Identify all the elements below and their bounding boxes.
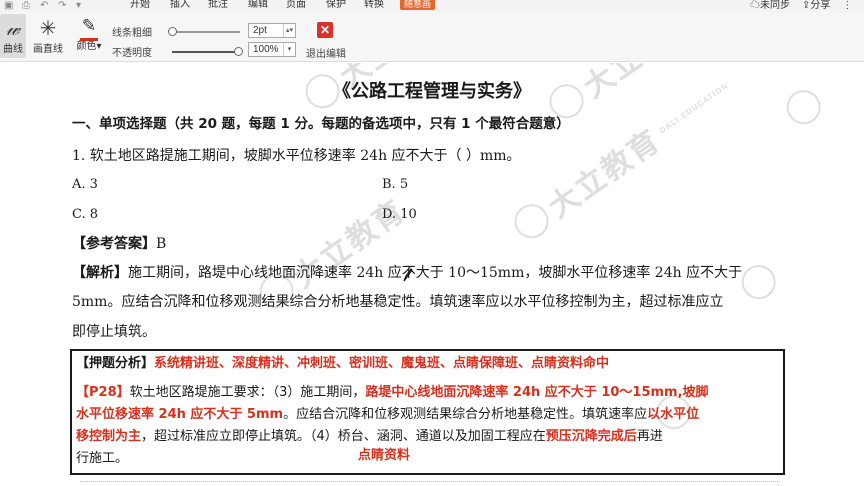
watermark-text: 大立教育 xyxy=(542,124,667,225)
opacity-value: 100% xyxy=(253,44,279,55)
opacity-label: 不透明度 xyxy=(112,48,152,59)
answer-label: 【参考答案】 xyxy=(72,236,156,252)
sync-status[interactable]: ☁未同步 xyxy=(750,0,790,12)
curve-pen-icon: 𝓌 xyxy=(6,18,20,40)
thickness-slider[interactable] xyxy=(172,31,240,33)
pen-cursor-icon xyxy=(403,268,413,282)
watermark-logo-icon xyxy=(507,197,556,245)
box-line-3: 水平位移速率 24h 应不大于 5mm。应结合沉降和位移观测结果综合分析地基稳定… xyxy=(76,406,699,423)
thickness-label: 线条粗细 xyxy=(112,28,152,39)
cloud-icon: ☁ xyxy=(750,0,760,11)
box-line-5: 行施工。 xyxy=(76,450,128,467)
spin-icon[interactable]: ▴▾ xyxy=(283,24,295,37)
more-menu-icon[interactable]: ⋮ xyxy=(842,0,852,12)
thickness-value: 2pt xyxy=(253,25,267,36)
sync-label: 未同步 xyxy=(760,0,790,11)
share-button[interactable]: ⇪分享 xyxy=(802,0,830,12)
more-icon[interactable]: ▾ xyxy=(76,0,81,11)
stamp-text: 点睛资料 xyxy=(358,448,411,463)
page-title: 《公路工程管理与实务》 xyxy=(333,81,531,102)
menu-protect[interactable]: 保护 xyxy=(326,0,346,11)
p28-red-5: 预压沉降完成后 xyxy=(545,429,637,444)
analysis-text-1: 施工期间，路堤中心线地面沉降速率 24h 应不大于 10～15mm，坡脚水平位移… xyxy=(128,265,743,281)
p28-red-4: 移控制为主 xyxy=(76,429,142,444)
p28-text-b: 。应结合沉降和位移观测结果综合分析地基稳定性。填筑速率应 xyxy=(283,407,648,422)
answer-value: B xyxy=(156,236,167,252)
menu-page[interactable]: 页面 xyxy=(286,0,306,11)
line-spark-icon: ✳ xyxy=(39,18,57,40)
opacity-slider-handle[interactable] xyxy=(234,47,243,56)
analysis-line-2: 5mm。应结合沉降和位移观测结果综合分析地基稳定性。填筑速率应以水平位移控制为主… xyxy=(72,294,724,310)
p28-label: 【P28】 xyxy=(76,385,130,400)
dropdown-icon[interactable]: ▾ xyxy=(283,43,295,56)
save-icon[interactable]: ▣ xyxy=(4,0,13,11)
menu-home[interactable]: 开始 xyxy=(130,0,150,11)
next-line-fragment xyxy=(80,481,780,486)
p28-red-2: 水平位移速率 24h 应不大于 5mm xyxy=(76,407,284,422)
p28-text-c: ，超过标准应立即停止填筑。（4）桥台、涵洞、通道以及加固工程应在 xyxy=(141,429,546,444)
print-icon[interactable]: ⎙ xyxy=(22,0,30,11)
opacity-slider[interactable] xyxy=(172,51,240,53)
answer-line: 【参考答案】B xyxy=(72,235,166,253)
p28-red-1: 路堤中心线地面沉降速率 24h 应不大于 10～15mm,坡脚 xyxy=(365,385,709,400)
menu-convert[interactable]: 转换 xyxy=(364,0,384,11)
thickness-slider-handle[interactable] xyxy=(168,27,177,36)
pen-toolbar: 𝓌 曲线 ✳ 画直线 ✎ 颜色▾ 线条粗细 不透明度 2pt ▴▾ 100% ▾… xyxy=(0,12,864,62)
p28-text-a: 软土地区路堤施工要求：（3）施工期间， xyxy=(129,385,366,400)
analysis-line-3: 即停止填筑。 xyxy=(72,324,156,340)
question-text: 1. 软土地区路提施工期间，坡脚水平位移速率 24h 应不大于（ ）mm。 xyxy=(72,148,521,164)
document-page: 大立教育 大立教育 大立教育DALI EDUCATION 大立教育 《公路工程管… xyxy=(0,63,864,486)
menu-freehand[interactable]: 随意画 xyxy=(400,0,436,10)
watermark-logo-icon xyxy=(735,258,783,306)
menu-comment[interactable]: 批注 xyxy=(208,0,228,11)
opacity-select[interactable]: 100% ▾ xyxy=(248,42,296,57)
curve-tool-label: 曲线 xyxy=(3,44,23,55)
line-tool-button[interactable]: ✳ 画直线 xyxy=(32,14,64,56)
box-label: 【押题分析】 xyxy=(76,356,155,371)
curve-tool-button[interactable]: 𝓌 曲线 xyxy=(0,14,26,58)
analysis-label: 【解析】 xyxy=(72,265,128,281)
watermark xyxy=(735,258,783,306)
option-d: D. 10 xyxy=(382,207,417,222)
color-picker-button[interactable]: ✎ 颜色▾ xyxy=(74,14,104,53)
line-tool-label: 画直线 xyxy=(33,44,63,55)
exit-edit-icon[interactable]: ✕ xyxy=(317,22,333,38)
p28-red-3: 以水平位 xyxy=(647,407,700,422)
redo-icon[interactable]: ↷ xyxy=(58,0,66,11)
option-c: C. 8 xyxy=(72,207,99,222)
option-b: B. 5 xyxy=(382,177,409,192)
menu-insert[interactable]: 插入 xyxy=(170,0,190,11)
menu-bar: ▣ ⎙ ↶ ↷ ▾ 开始 插入 批注 编辑 页面 保护 转换 随意画 ☁未同步 … xyxy=(0,0,864,12)
p28-text-e: 行施工。 xyxy=(76,451,129,466)
box-classes: 系统精讲班、深度精讲、冲刺班、密训班、魔鬼班、点睛保障班、点睛资料命中 xyxy=(154,356,610,371)
box-line-4: 移控制为主，超过标准应立即停止填筑。（4）桥台、涵洞、通道以及加固工程应在预压沉… xyxy=(76,428,663,445)
undo-icon[interactable]: ↶ xyxy=(40,0,48,11)
forecast-analysis-box: 【押题分析】系统精讲班、深度精讲、冲刺班、密训班、魔鬼班、点睛保障班、点睛资料命… xyxy=(70,349,785,475)
menu-edit[interactable]: 编辑 xyxy=(248,0,268,11)
section-heading: 一、单项选择题（共 20 题，每题 1 分。每题的备选项中，只有 1 个最符合题… xyxy=(72,116,570,132)
exit-edit-button[interactable]: 退出编辑 xyxy=(306,45,346,60)
pencil-icon: ✎ xyxy=(81,16,97,35)
p28-text-d: 再进 xyxy=(636,429,663,444)
share-label: 分享 xyxy=(810,0,831,11)
thickness-select[interactable]: 2pt ▴▾ xyxy=(248,23,296,38)
color-label: 颜色▾ xyxy=(76,41,102,52)
box-line-1: 【押题分析】系统精讲班、深度精讲、冲刺班、密训班、魔鬼班、点睛保障班、点睛资料命… xyxy=(76,355,609,372)
option-a: A. 3 xyxy=(72,177,98,192)
box-line-2: 【P28】软土地区路堤施工要求：（3）施工期间，路堤中心线地面沉降速率 24h … xyxy=(76,384,709,401)
